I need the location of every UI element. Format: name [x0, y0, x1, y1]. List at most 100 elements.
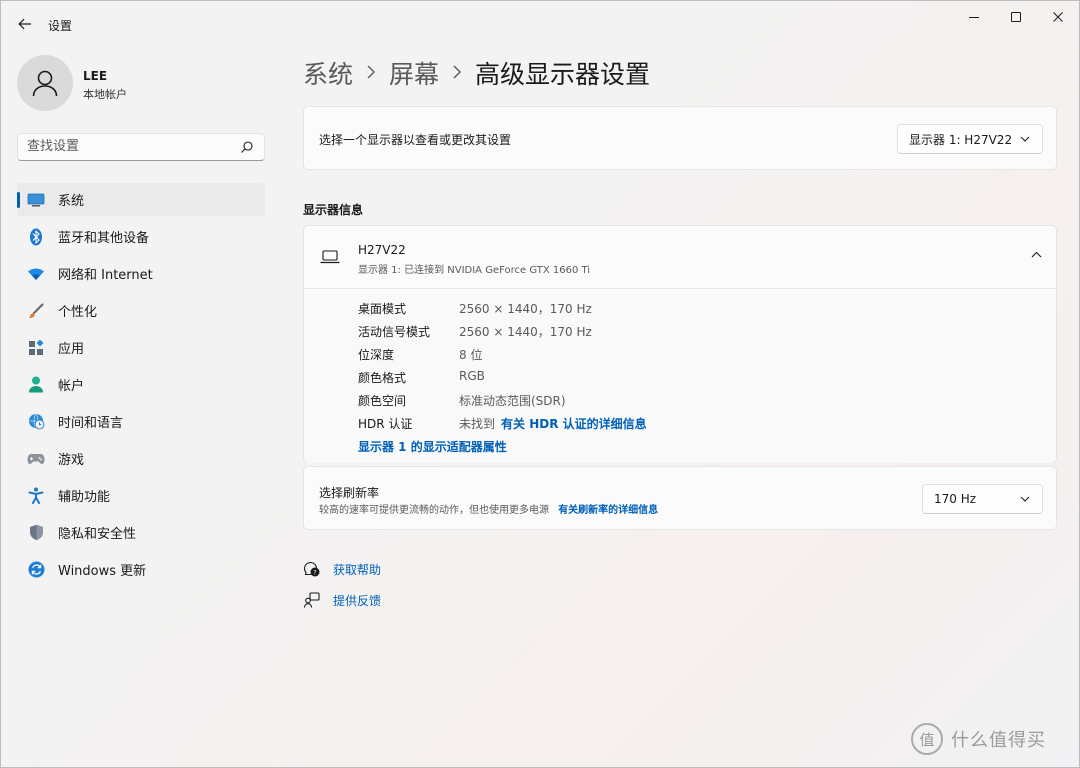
- watermark-text: 什么值得买: [951, 730, 1046, 751]
- user-icon: [32, 70, 58, 97]
- back-arrow-icon: [18, 18, 31, 30]
- refresh-rate-value: 170 Hz: [934, 492, 977, 506]
- breadcrumb-system[interactable]: 系统: [303, 55, 353, 91]
- sidebar-item-label: Windows 更新: [58, 564, 147, 579]
- bluetooth-icon: [27, 228, 45, 246]
- user-name: LEE: [83, 69, 108, 83]
- minimize-button[interactable]: [951, 1, 997, 33]
- refresh-rate-title: 选择刷新率: [319, 486, 380, 500]
- sidebar-item-bluetooth[interactable]: 蓝牙和其他设备: [17, 220, 265, 253]
- sidebar-nav: 系统 蓝牙和其他设备 网络和 Internet 个性化 应用 帐户 时间和语言 …: [17, 183, 265, 590]
- info-value: 未找到: [459, 417, 496, 431]
- display-info-header[interactable]: H27V22 显示器 1: 已连接到 NVIDIA GeForce GTX 16…: [304, 226, 1056, 289]
- update-icon: [27, 561, 45, 579]
- info-row-desktop-mode: 桌面模式 2560 × 1440，170 Hz: [358, 300, 592, 318]
- shield-icon: [27, 524, 45, 542]
- watermark: 值 什么值得买: [911, 723, 1046, 755]
- display-info-card: H27V22 显示器 1: 已连接到 NVIDIA GeForce GTX 16…: [303, 225, 1057, 463]
- monitor-name: H27V22: [358, 243, 406, 257]
- display-dropdown[interactable]: 显示器 1: H27V22: [897, 124, 1043, 154]
- sidebar-item-personalization[interactable]: 个性化: [17, 294, 265, 327]
- help-chat-icon: ?: [303, 561, 321, 577]
- info-label: 颜色空间: [358, 394, 407, 408]
- info-value: 8 位: [459, 348, 483, 362]
- info-row-hdr: HDR 认证 未找到 有关 HDR 认证的详细信息: [358, 415, 647, 433]
- display-select-label: 选择一个显示器以查看或更改其设置: [319, 133, 512, 147]
- display-dropdown-value: 显示器 1: H27V22: [909, 132, 1013, 147]
- sidebar-item-label: 游戏: [58, 453, 85, 468]
- sidebar-item-accounts[interactable]: 帐户: [17, 368, 265, 401]
- sidebar-item-system[interactable]: 系统: [17, 183, 265, 216]
- sidebar-item-label: 帐户: [58, 379, 85, 394]
- info-label: HDR 认证: [358, 417, 413, 431]
- refresh-rate-description: 较高的速率可提供更流畅的动作，但也使用更多电源 有关刷新率的详细信息: [319, 501, 658, 516]
- sidebar-item-label: 系统: [58, 194, 85, 209]
- page-title: 高级显示器设置: [475, 60, 651, 89]
- sidebar-item-label: 应用: [58, 342, 85, 357]
- chevron-right-icon: [367, 63, 376, 84]
- sidebar-item-accessibility[interactable]: 辅助功能: [17, 479, 265, 512]
- refresh-rate-dropdown[interactable]: 170 Hz: [922, 484, 1043, 514]
- chevron-down-icon: [1020, 496, 1030, 502]
- sidebar-item-gaming[interactable]: 游戏: [17, 442, 265, 475]
- maximize-button[interactable]: [993, 1, 1039, 33]
- display-select-card: 选择一个显示器以查看或更改其设置 显示器 1: H27V22: [303, 106, 1057, 170]
- info-value: 2560 × 1440，170 Hz: [459, 325, 592, 339]
- hdr-info-link[interactable]: 有关 HDR 认证的详细信息: [501, 415, 647, 433]
- sidebar-item-label: 个性化: [58, 305, 98, 320]
- chevron-right-icon: [453, 63, 462, 84]
- info-value: 标准动态范围(SDR): [459, 394, 566, 408]
- settings-window: 设置 LEE 本地帐户 系统 蓝牙和其他设备: [0, 0, 1080, 768]
- laptop-icon: [320, 250, 340, 264]
- info-row-bit-depth: 位深度 8 位: [358, 346, 482, 364]
- adapter-properties-link[interactable]: 显示器 1 的显示适配器属性: [358, 438, 507, 455]
- sidebar-item-label: 辅助功能: [58, 490, 111, 505]
- monitor-connection: 显示器 1: 已连接到 NVIDIA GeForce GTX 1660 Ti: [358, 265, 591, 276]
- wifi-icon: [27, 265, 45, 283]
- sidebar-item-windows-update[interactable]: Windows 更新: [17, 553, 265, 586]
- info-row-active-signal: 活动信号模式 2560 × 1440，170 Hz: [358, 323, 592, 341]
- watermark-logo: 值: [911, 723, 943, 755]
- close-button[interactable]: [1035, 1, 1079, 33]
- globe-clock-icon: [27, 413, 45, 431]
- info-value: 2560 × 1440，170 Hz: [459, 302, 592, 316]
- info-label: 颜色格式: [358, 371, 407, 385]
- get-help-link[interactable]: 获取帮助: [333, 561, 381, 578]
- info-label: 位深度: [358, 348, 395, 362]
- get-help-row[interactable]: ? 获取帮助: [303, 559, 381, 579]
- chevron-up-icon[interactable]: [1031, 251, 1042, 258]
- refresh-rate-info-link[interactable]: 有关刷新率的详细信息: [558, 505, 658, 516]
- refresh-rate-card: 选择刷新率 较高的速率可提供更流畅的动作，但也使用更多电源 有关刷新率的详细信息…: [303, 466, 1057, 530]
- gamepad-icon: [27, 450, 45, 468]
- title-bar: 设置: [1, 1, 1079, 47]
- feedback-row[interactable]: 提供反馈: [303, 590, 381, 610]
- feedback-icon: [303, 592, 321, 608]
- sidebar-item-privacy[interactable]: 隐私和安全性: [17, 516, 265, 549]
- sidebar-item-label: 网络和 Internet: [58, 268, 153, 283]
- svg-text:?: ?: [313, 569, 316, 577]
- maximize-icon: [1011, 12, 1021, 22]
- close-icon: [1053, 12, 1063, 22]
- info-row-color-format: 颜色格式 RGB: [358, 369, 485, 387]
- feedback-link[interactable]: 提供反馈: [333, 592, 381, 609]
- info-value: RGB: [459, 369, 485, 383]
- breadcrumb-display[interactable]: 屏幕: [389, 55, 439, 91]
- chevron-down-icon: [1020, 136, 1030, 142]
- brush-icon: [27, 302, 45, 320]
- section-title-display-info: 显示器信息: [303, 203, 364, 217]
- account-type: 本地帐户: [83, 88, 127, 101]
- sidebar-item-apps[interactable]: 应用: [17, 331, 265, 364]
- avatar[interactable]: [17, 55, 73, 111]
- search-input[interactable]: [27, 139, 227, 154]
- account-icon: [27, 376, 45, 394]
- apps-icon: [27, 339, 45, 357]
- info-label: 桌面模式: [358, 302, 407, 316]
- search-box[interactable]: [17, 133, 265, 161]
- search-icon: [241, 141, 253, 153]
- info-label: 活动信号模式: [358, 325, 431, 339]
- back-button[interactable]: [11, 11, 39, 37]
- display-info-body: 桌面模式 2560 × 1440，170 Hz 活动信号模式 2560 × 14…: [304, 290, 1056, 463]
- sidebar-item-network[interactable]: 网络和 Internet: [17, 257, 265, 290]
- sidebar-item-time-language[interactable]: 时间和语言: [17, 405, 265, 438]
- sidebar-item-label: 时间和语言: [58, 416, 124, 431]
